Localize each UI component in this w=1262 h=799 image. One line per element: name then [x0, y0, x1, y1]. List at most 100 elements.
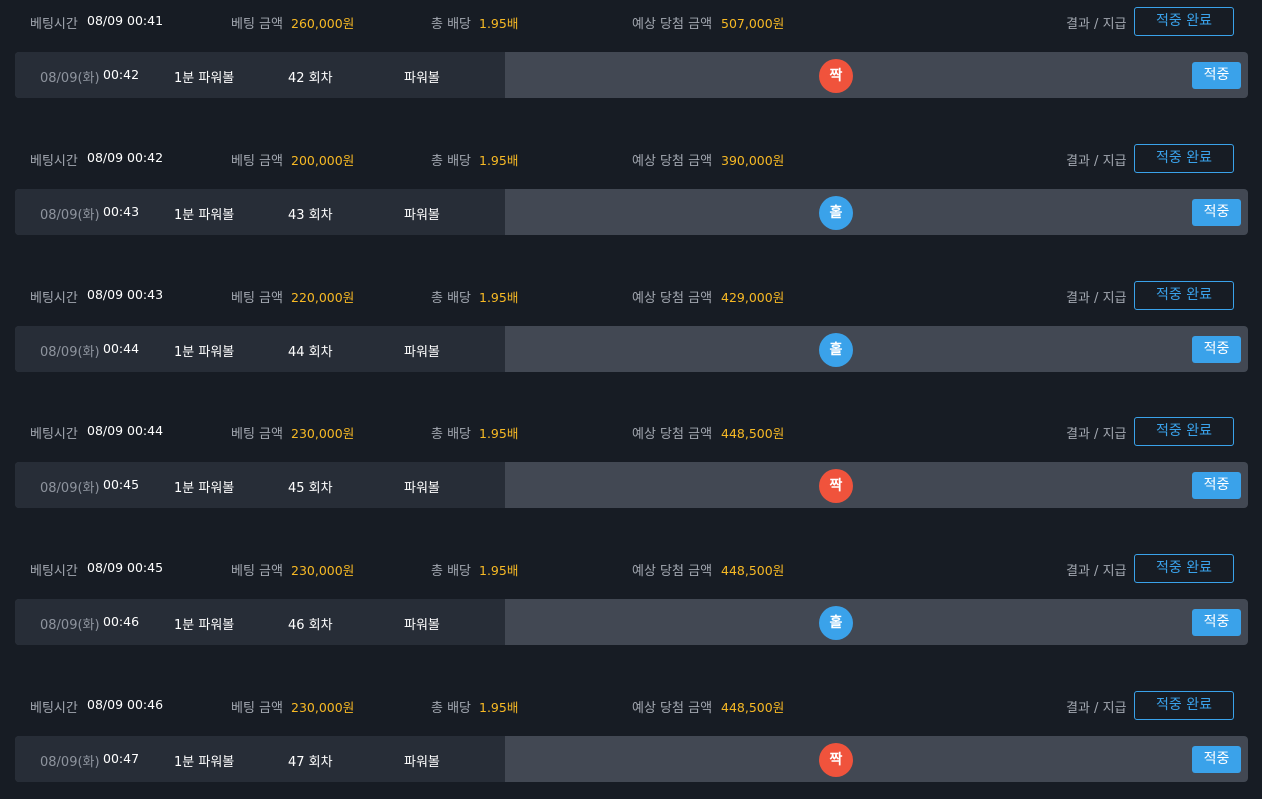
bet-entry: 베팅시간 08/09 00:44 베팅 금액 230,000원 총 배당 1.95배 예상 …: [0, 410, 1262, 547]
bet-time-label: 베팅시간: [30, 427, 78, 442]
bet-time-value: 08/09 00:46: [87, 697, 164, 712]
expected-win-value: 448,500원: [721, 426, 785, 441]
bet-amount-value: 220,000원: [291, 290, 355, 305]
expected-win-value: 448,500원: [721, 563, 785, 578]
result-payout-label: 결과 / 지급: [1066, 17, 1127, 32]
expected-win-label: 예상 당첨 금액: [632, 701, 713, 716]
total-odds-value: 1.95배: [479, 153, 519, 168]
bet-amount-value: 200,000원: [291, 153, 355, 168]
round-date: 08/09(화): [40, 755, 100, 770]
bet-time-label: 베팅시간: [30, 564, 78, 579]
bet-summary-row: 베팅시간 08/09 00:46 베팅 금액 230,000원 총 배당 1.95배 예상 …: [0, 684, 1262, 728]
total-odds-value: 1.95배: [479, 290, 519, 305]
result-badge: 적중: [1192, 336, 1241, 363]
total-odds-value: 1.95배: [479, 700, 519, 715]
round-time: 00:44: [103, 341, 140, 356]
result-badge: 적중: [1192, 472, 1241, 499]
total-odds-label: 총 배당: [431, 564, 472, 579]
payout-status-button[interactable]: 적중 완료: [1134, 7, 1234, 36]
bet-summary-row: 베팅시간 08/09 00:44 베팅 금액 230,000원 총 배당 1.95배 예상 …: [0, 410, 1262, 454]
pick-badge: 짝: [819, 743, 853, 777]
result-badge: 적중: [1192, 609, 1241, 636]
bet-amount-label: 베팅 금액: [231, 701, 283, 716]
expected-win-value: 507,000원: [721, 16, 785, 31]
bet-type: 파워볼: [404, 481, 440, 496]
bet-history-list: 베팅시간 08/09 00:41 베팅 금액 260,000원 총 배당 1.95배 예상 …: [0, 0, 1262, 799]
result-badge: 적중: [1192, 199, 1241, 226]
bet-entry: 베팅시간 08/09 00:42 베팅 금액 200,000원 총 배당 1.95배 예상 …: [0, 137, 1262, 274]
bet-time-value: 08/09 00:42: [87, 150, 164, 165]
bet-amount-value: 260,000원: [291, 16, 355, 31]
total-odds-label: 총 배당: [431, 17, 472, 32]
round-date: 08/09(화): [40, 345, 100, 360]
round-time: 00:47: [103, 751, 140, 766]
total-odds-label: 총 배당: [431, 701, 472, 716]
game-name: 1분 파워볼: [174, 755, 235, 770]
bet-time-value: 08/09 00:41: [87, 13, 164, 28]
bet-time-label: 베팅시간: [30, 291, 78, 306]
round-number: 44 회차: [288, 345, 333, 360]
bet-detail-row: 08/09(화) 00:42 1분 파워볼 42 회차 파워볼 짝 적중: [15, 52, 1248, 98]
bet-amount-value: 230,000원: [291, 700, 355, 715]
result-badge: 적중: [1192, 746, 1241, 773]
bet-time-value: 08/09 00:43: [87, 287, 164, 302]
bet-amount-label: 베팅 금액: [231, 291, 283, 306]
pick-badge: 짝: [819, 469, 853, 503]
expected-win-label: 예상 당첨 금액: [632, 291, 713, 306]
bet-amount-label: 베팅 금액: [231, 154, 283, 169]
round-date: 08/09(화): [40, 481, 100, 496]
round-time: 00:43: [103, 204, 140, 219]
bet-summary-row: 베팅시간 08/09 00:43 베팅 금액 220,000원 총 배당 1.95배 예상 …: [0, 274, 1262, 318]
payout-status-button[interactable]: 적중 완료: [1134, 281, 1234, 310]
bet-time-label: 베팅시간: [30, 17, 78, 32]
payout-status-button[interactable]: 적중 완료: [1134, 144, 1234, 173]
bet-type: 파워볼: [404, 208, 440, 223]
result-badge: 적중: [1192, 62, 1241, 89]
payout-status-button[interactable]: 적중 완료: [1134, 554, 1234, 583]
expected-win-value: 448,500원: [721, 700, 785, 715]
expected-win-value: 390,000원: [721, 153, 785, 168]
bet-entry: 베팅시간 08/09 00:41 베팅 금액 260,000원 총 배당 1.95배 예상 …: [0, 0, 1262, 137]
game-name: 1분 파워볼: [174, 618, 235, 633]
bet-detail-row: 08/09(화) 00:43 1분 파워볼 43 회차 파워볼 홀 적중: [15, 189, 1248, 235]
result-payout-label: 결과 / 지급: [1066, 564, 1127, 579]
bet-entry: 베팅시간 08/09 00:46 베팅 금액 230,000원 총 배당 1.95배 예상 …: [0, 684, 1262, 799]
pick-badge: 홀: [819, 333, 853, 367]
pick-badge: 홀: [819, 606, 853, 640]
bet-time-label: 베팅시간: [30, 154, 78, 169]
bet-time-label: 베팅시간: [30, 701, 78, 716]
round-number: 46 회차: [288, 618, 333, 633]
expected-win-label: 예상 당첨 금액: [632, 17, 713, 32]
round-time: 00:45: [103, 477, 140, 492]
payout-status-button[interactable]: 적중 완료: [1134, 417, 1234, 446]
total-odds-label: 총 배당: [431, 427, 472, 442]
expected-win-label: 예상 당첨 금액: [632, 427, 713, 442]
bet-detail-info: 08/09(화) 00:46 1분 파워볼 46 회차 파워볼: [15, 599, 505, 645]
total-odds-label: 총 배당: [431, 291, 472, 306]
bet-amount-label: 베팅 금액: [231, 17, 283, 32]
bet-entry: 베팅시간 08/09 00:45 베팅 금액 230,000원 총 배당 1.95배 예상 …: [0, 547, 1262, 684]
bet-detail-row: 08/09(화) 00:44 1분 파워볼 44 회차 파워볼 홀 적중: [15, 326, 1248, 372]
round-number: 45 회차: [288, 481, 333, 496]
bet-detail-info: 08/09(화) 00:45 1분 파워볼 45 회차 파워볼: [15, 462, 505, 508]
game-name: 1분 파워볼: [174, 208, 235, 223]
pick-badge: 짝: [819, 59, 853, 93]
total-odds-value: 1.95배: [479, 563, 519, 578]
total-odds-label: 총 배당: [431, 154, 472, 169]
bet-detail-info: 08/09(화) 00:47 1분 파워볼 47 회차 파워볼: [15, 736, 505, 782]
total-odds-value: 1.95배: [479, 16, 519, 31]
bet-type: 파워볼: [404, 755, 440, 770]
bet-detail-info: 08/09(화) 00:43 1분 파워볼 43 회차 파워볼: [15, 189, 505, 235]
bet-amount-value: 230,000원: [291, 563, 355, 578]
bet-detail-info: 08/09(화) 00:42 1분 파워볼 42 회차 파워볼: [15, 52, 505, 98]
bet-time-value: 08/09 00:44: [87, 423, 164, 438]
bet-amount-label: 베팅 금액: [231, 564, 283, 579]
bet-type: 파워볼: [404, 618, 440, 633]
result-payout-label: 결과 / 지급: [1066, 291, 1127, 306]
bet-detail-row: 08/09(화) 00:47 1분 파워볼 47 회차 파워볼 짝 적중: [15, 736, 1248, 782]
bet-summary-row: 베팅시간 08/09 00:41 베팅 금액 260,000원 총 배당 1.95배 예상 …: [0, 0, 1262, 44]
round-number: 42 회차: [288, 71, 333, 86]
bet-type: 파워볼: [404, 345, 440, 360]
payout-status-button[interactable]: 적중 완료: [1134, 691, 1234, 720]
expected-win-label: 예상 당첨 금액: [632, 564, 713, 579]
